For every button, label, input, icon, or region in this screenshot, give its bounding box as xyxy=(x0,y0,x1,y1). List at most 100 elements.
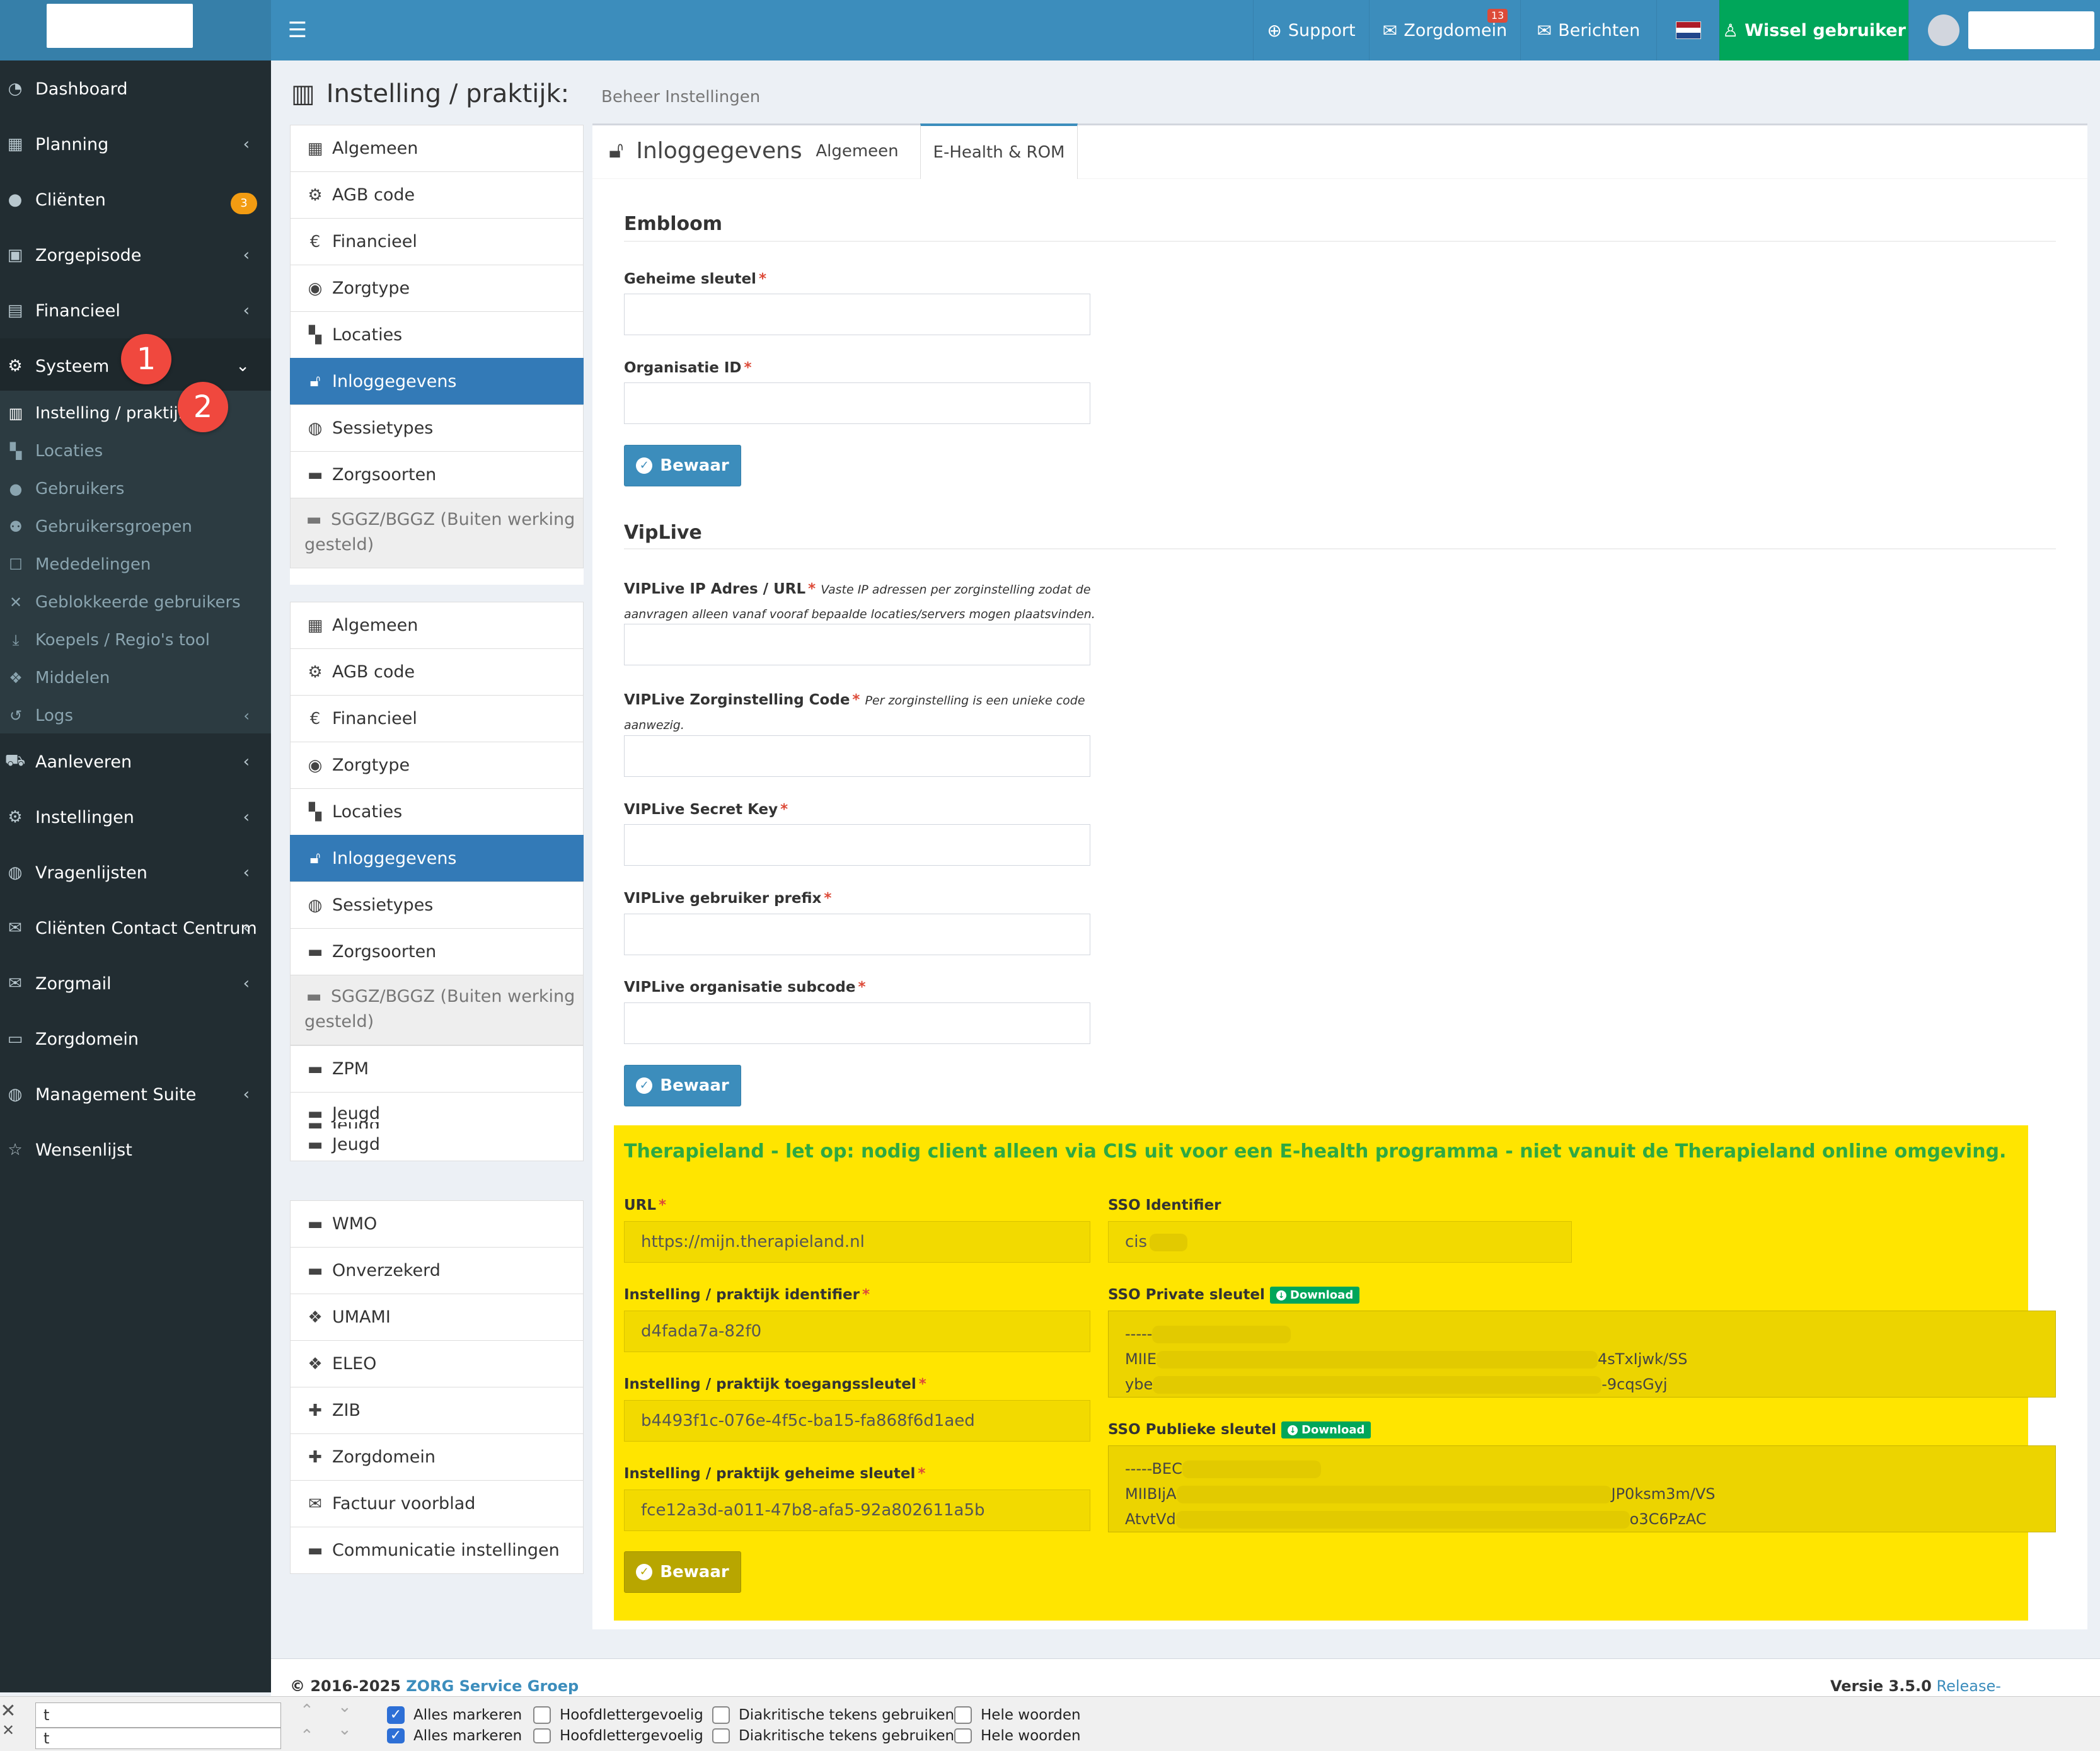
checkbox[interactable] xyxy=(533,1728,551,1743)
sso-private-textarea[interactable]: ----- MIIE 4sTxIjwk/SS ybe -9cqsGyj xyxy=(1108,1311,2056,1398)
list2-item-sessietypes[interactable]: ◍ Sessietypes xyxy=(290,881,584,929)
viplive-ip-input[interactable] xyxy=(624,624,1090,665)
sidebar-item-dashboard[interactable]: ◔ Dashboard xyxy=(0,61,271,117)
checkbox[interactable] xyxy=(712,1706,730,1724)
submenu-item-logs[interactable]: ↺ Logs ‹ xyxy=(0,697,271,735)
therapieland-save-button[interactable]: ✓ Bewaar xyxy=(624,1551,741,1593)
list2-item-umami[interactable]: ❖ UMAMI xyxy=(290,1294,584,1341)
close-icon[interactable]: ✕ xyxy=(0,1700,16,1722)
viplive-save-button[interactable]: ✓ Bewaar xyxy=(624,1065,741,1106)
list2-item-wmo[interactable]: ▬ WMO xyxy=(290,1200,584,1248)
list1-item-locaties[interactable]: ▚ Locaties xyxy=(290,311,584,359)
public-download-button[interactable]: ↓ Download xyxy=(1281,1421,1371,1438)
submenu-item-locaties[interactable]: ▚ Locaties xyxy=(0,432,271,470)
sidebar-item-vragenlijsten[interactable]: ◍ Vragenlijsten ‹ xyxy=(0,845,271,900)
list2-item-locaties[interactable]: ▚ Locaties xyxy=(290,788,584,835)
close-icon[interactable]: ✕ xyxy=(0,1721,16,1739)
hele-woorden-option[interactable]: Hele woorden xyxy=(954,1728,1081,1744)
sidebar-item-management[interactable]: ◍ Management Suite ‹ xyxy=(0,1067,271,1122)
diakritisch-option[interactable]: Diakritische tekens gebruiken xyxy=(712,1706,954,1724)
sidebar-item-zorgepisode[interactable]: ▣ Zorgepisode ‹ xyxy=(0,227,271,283)
diakritisch-option[interactable]: Diakritische tekens gebruiken xyxy=(712,1728,954,1744)
sidebar-item-instellingen[interactable]: ⚙ Instellingen ‹ xyxy=(0,789,271,845)
company-link[interactable]: ZORG Service Groep xyxy=(406,1677,579,1695)
toegangssleutel-input[interactable]: b4493f1c-076e-4f5c-ba15-fa868f6d1aed xyxy=(624,1400,1090,1442)
list2-item-financieel[interactable]: € Financieel xyxy=(290,695,584,742)
checkbox-checked[interactable]: ✓ xyxy=(387,1728,405,1743)
language-switch[interactable] xyxy=(1656,0,1719,60)
list1-item-algemeen[interactable]: ▦ Algemeen xyxy=(290,125,584,172)
berichten-link[interactable]: ✉ Berichten xyxy=(1520,0,1656,60)
geheime-sleutel-tl-input[interactable]: fce12a3d-a011-47b8-afa5-92a802611a5b xyxy=(624,1490,1090,1531)
hele-woorden-option[interactable]: Hele woorden xyxy=(954,1706,1081,1724)
list2-item-eleo[interactable]: ❖ ELEO xyxy=(290,1340,584,1387)
tab-ehealth-rom[interactable]: E-Health & ROM xyxy=(920,123,1078,179)
tab-algemeen[interactable]: Algemeen xyxy=(794,123,920,179)
sso-identifier-input[interactable]: cis xyxy=(1108,1221,1572,1263)
list1-item-financieel[interactable]: € Financieel xyxy=(290,218,584,265)
list2-item-zorgtype[interactable]: ◉ Zorgtype xyxy=(290,742,584,789)
list2-item-agb[interactable]: ⚙ AGB code xyxy=(290,648,584,696)
alles-markeren-option[interactable]: ✓ Alles markeren xyxy=(387,1728,522,1744)
viplive-subcode-input[interactable] xyxy=(624,1002,1090,1044)
praktijk-identifier-input[interactable]: d4fada7a-82f0 xyxy=(624,1311,1090,1352)
viplive-prefix-input[interactable] xyxy=(624,914,1090,955)
sidebar-item-wensenlijst[interactable]: ☆ Wensenlijst xyxy=(0,1122,271,1178)
checkbox[interactable] xyxy=(712,1728,730,1743)
find-input[interactable]: t xyxy=(35,1702,281,1728)
list2-item-jeugd[interactable]: ▬Jeugd ▬Jeugd ▬Jeugd xyxy=(290,1092,584,1161)
submenu-item-gebruikers[interactable]: ● Gebruikers xyxy=(0,470,271,508)
chevron-down-icon[interactable]: ⌄ xyxy=(338,1720,352,1739)
menu-toggle-icon[interactable]: ☰ xyxy=(285,18,310,43)
submenu-item-instelling[interactable]: ▥ Instelling / praktijk xyxy=(0,394,271,432)
sidebar-item-clienten[interactable]: ● Cliënten xyxy=(0,172,271,227)
find-input[interactable]: t xyxy=(35,1728,281,1749)
checkbox-checked[interactable]: ✓ xyxy=(387,1706,405,1724)
sidebar-item-zorgdomein[interactable]: ▭ Zorgdomein xyxy=(0,1011,271,1067)
organisatie-id-input[interactable] xyxy=(624,382,1090,424)
submenu-item-mededelingen[interactable]: ☐ Mededelingen xyxy=(0,546,271,583)
sidebar-item-clienten-contact[interactable]: ✉ Cliënten Contact Centrum ‹ xyxy=(0,900,271,956)
submenu-item-gebruikersgroepen[interactable]: ⚉ Gebruikersgroepen xyxy=(0,508,271,546)
list1-item-zorgsoorten[interactable]: ▬ Zorgsoorten xyxy=(290,451,584,498)
sso-publiek-textarea[interactable]: -----BEC MIIBIjA JP0ksm3m/VS AtvtVd o3C6Pz… xyxy=(1108,1445,2056,1532)
logo[interactable] xyxy=(47,4,193,48)
chevron-down-icon[interactable]: ⌄ xyxy=(338,1697,352,1716)
list2-item-communicatie[interactable]: ▬ Communicatie instellingen xyxy=(290,1527,584,1574)
user-menu[interactable] xyxy=(1908,0,2100,60)
list1-item-zorgtype[interactable]: ◉ Zorgtype xyxy=(290,265,584,312)
sidebar-item-zorgmail[interactable]: ✉ Zorgmail ‹ xyxy=(0,956,271,1011)
chevron-up-icon[interactable]: ⌃ xyxy=(300,1726,314,1745)
sidebar-item-financieel[interactable]: ▤ Financieel ‹ xyxy=(0,283,271,338)
list2-item-factuur[interactable]: ✉ Factuur voorblad xyxy=(290,1480,584,1527)
list2-item-zib[interactable]: ✚ ZIB xyxy=(290,1387,584,1434)
support-link[interactable]: ⊕ Support xyxy=(1253,0,1369,60)
list2-item-zorgdomein[interactable]: ✚ Zorgdomein xyxy=(290,1433,584,1481)
list2-item-algemeen[interactable]: ▦ Algemeen xyxy=(290,602,584,649)
submenu-item-geblokkeerd[interactable]: ✕ Geblokkeerde gebruikers xyxy=(0,583,271,621)
sidebar-item-planning[interactable]: ▦ Planning ‹ xyxy=(0,117,271,172)
alles-markeren-option[interactable]: ✓ Alles markeren xyxy=(387,1706,522,1724)
list2-item-zpm[interactable]: ▬ ZPM xyxy=(290,1045,584,1093)
embloom-save-button[interactable]: ✓ Bewaar xyxy=(624,445,741,486)
list1-item-agb[interactable]: ⚙ AGB code xyxy=(290,171,584,219)
list2-item-onverzekerd[interactable]: ▬ Onverzekerd xyxy=(290,1247,584,1294)
switch-user-button[interactable]: ♙ Wissel gebruiker xyxy=(1719,0,1908,60)
checkbox[interactable] xyxy=(954,1728,972,1743)
chevron-up-icon[interactable]: ⌃ xyxy=(300,1701,314,1720)
submenu-item-middelen[interactable]: ❖ Middelen xyxy=(0,659,271,697)
checkbox[interactable] xyxy=(533,1706,551,1724)
viplive-code-input[interactable] xyxy=(624,735,1090,777)
hoofdletter-option[interactable]: Hoofdlettergevoelig xyxy=(533,1728,703,1744)
list2-item-inloggegevens[interactable]: 🔓︎ Inloggegevens xyxy=(290,835,584,882)
list1-item-inloggegevens[interactable]: 🔓︎ Inloggegevens xyxy=(290,358,584,405)
hoofdletter-option[interactable]: Hoofdlettergevoelig xyxy=(533,1706,703,1724)
list1-item-sessietypes[interactable]: ◍ Sessietypes xyxy=(290,405,584,452)
geheime-sleutel-input[interactable] xyxy=(624,294,1090,335)
submenu-item-koepels[interactable]: ⤓ Koepels / Regio's tool xyxy=(0,621,271,659)
private-download-button[interactable]: ↓ Download xyxy=(1269,1287,1360,1304)
sidebar-item-aanleveren[interactable]: ⛟ Aanleveren ‹ xyxy=(0,734,271,789)
list2-item-zorgsoorten[interactable]: ▬ Zorgsoorten xyxy=(290,928,584,975)
url-input[interactable]: https://mijn.therapieland.nl xyxy=(624,1221,1090,1263)
checkbox[interactable] xyxy=(954,1706,972,1724)
